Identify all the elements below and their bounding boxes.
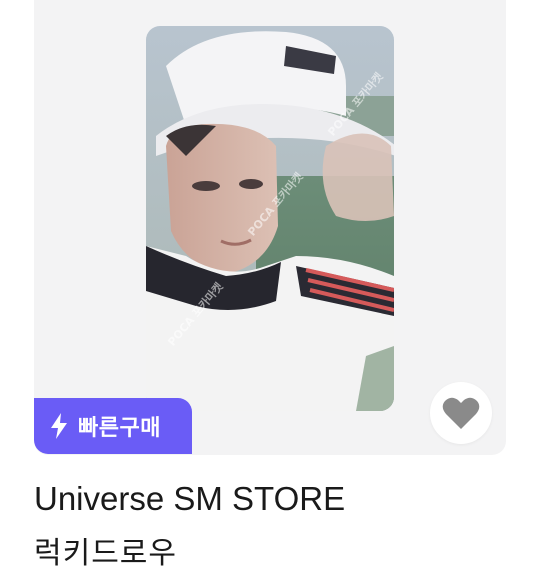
product-photo[interactable]: POCA 포카마켓 POCA 포카마켓 POCA 포카마켓 bbox=[146, 26, 394, 411]
heart-icon bbox=[442, 397, 480, 429]
product-subtitle[interactable]: 럭키드로우 bbox=[34, 528, 177, 572]
quick-buy-badge[interactable]: 빠른구매 bbox=[34, 398, 192, 454]
product-title[interactable]: Universe SM STORE bbox=[34, 480, 345, 518]
quick-buy-label: 빠른구매 bbox=[78, 416, 161, 441]
wishlist-button[interactable] bbox=[430, 382, 492, 444]
lightning-icon bbox=[51, 413, 67, 439]
